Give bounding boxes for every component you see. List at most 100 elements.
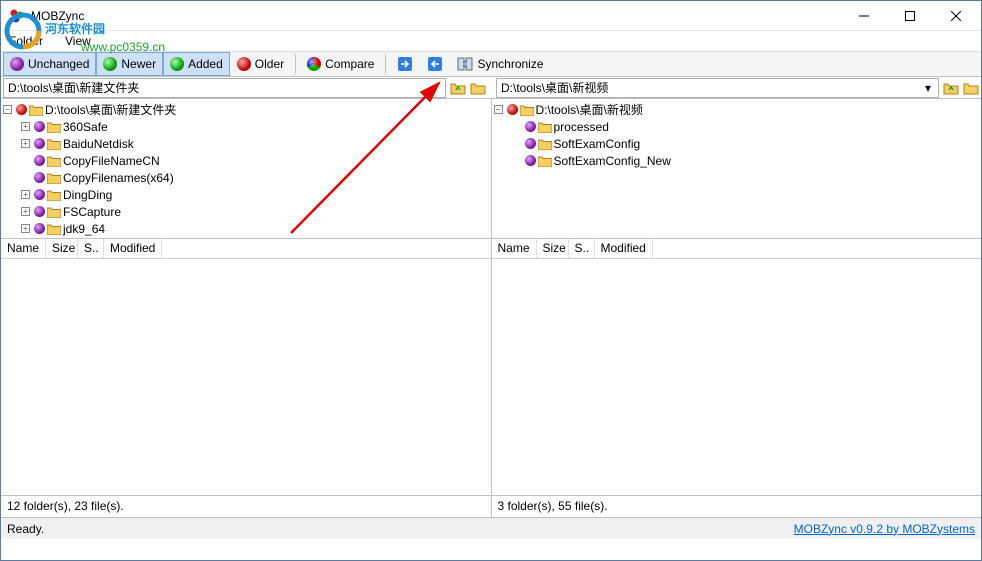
close-button[interactable] bbox=[933, 1, 979, 31]
col-modified[interactable]: Modified bbox=[595, 239, 653, 258]
ball-purple-icon bbox=[34, 189, 45, 200]
left-list-header: Name Size S.. Modified bbox=[1, 239, 491, 259]
arrow-left-icon bbox=[427, 56, 443, 72]
left-list-body[interactable] bbox=[1, 259, 491, 495]
folder-up-icon[interactable] bbox=[943, 81, 959, 95]
tree-item[interactable]: SoftExamConfig_New bbox=[512, 152, 980, 169]
right-path-input[interactable]: D:\tools\桌面\新视频 ▾ bbox=[496, 78, 939, 98]
minimize-button[interactable] bbox=[841, 1, 887, 31]
title-bar: MOBZync bbox=[1, 1, 981, 31]
toolbar: Unchanged Newer Added Older Compare Sync… bbox=[1, 51, 981, 77]
path-bar: D:\tools\桌面\新建文件夹 ▾ D:\tools\桌面\新视频 ▾ bbox=[1, 77, 981, 99]
sync-icon bbox=[457, 56, 473, 72]
folder-icon bbox=[47, 206, 61, 218]
tree-item[interactable]: SoftExamConfig bbox=[512, 135, 980, 152]
ball-purple-icon bbox=[34, 138, 45, 149]
folder-icon bbox=[47, 223, 61, 235]
col-size[interactable]: Size bbox=[46, 239, 78, 258]
left-path-text: D:\tools\桌面\新建文件夹 bbox=[8, 79, 139, 96]
app-icon bbox=[9, 8, 25, 24]
left-status: 12 folder(s), 23 file(s). bbox=[1, 496, 492, 517]
folder-icon bbox=[47, 121, 61, 133]
ball-purple-icon bbox=[525, 155, 536, 166]
folder-icon bbox=[538, 121, 552, 133]
tree-item[interactable]: +jdk9_64 bbox=[21, 220, 489, 237]
copy-left-button[interactable] bbox=[420, 52, 450, 76]
compare-button[interactable]: Compare bbox=[300, 52, 381, 76]
tree-item-label: CopyFilenames(x64) bbox=[63, 171, 174, 185]
tree-item-label: DingDing bbox=[63, 188, 112, 202]
menu-view[interactable]: View bbox=[61, 32, 95, 50]
right-status: 3 folder(s), 55 file(s). bbox=[492, 496, 982, 517]
right-list-body[interactable] bbox=[492, 259, 982, 495]
ball-purple-icon bbox=[525, 121, 536, 132]
panes-container: − D:\tools\桌面\新建文件夹 +360Safe+BaiduNetdis… bbox=[1, 99, 981, 495]
ball-purple-icon bbox=[34, 223, 45, 234]
left-tree[interactable]: − D:\tools\桌面\新建文件夹 +360Safe+BaiduNetdis… bbox=[1, 99, 491, 239]
tree-item[interactable]: +DingDing bbox=[21, 186, 489, 203]
folder-browse-icon[interactable] bbox=[470, 81, 486, 95]
tree-root[interactable]: − D:\tools\桌面\新建文件夹 bbox=[3, 101, 489, 118]
tree-item[interactable]: +BaiduNetdisk bbox=[21, 135, 489, 152]
newer-button[interactable]: Newer bbox=[96, 52, 163, 76]
col-name[interactable]: Name bbox=[492, 239, 537, 258]
menu-bar: Folder View bbox=[1, 31, 981, 51]
window-title: MOBZync bbox=[31, 9, 841, 23]
ball-red-icon bbox=[237, 57, 251, 71]
left-pane: − D:\tools\桌面\新建文件夹 +360Safe+BaiduNetdis… bbox=[1, 99, 492, 495]
added-button[interactable]: Added bbox=[163, 52, 230, 76]
folder-icon bbox=[520, 104, 534, 116]
col-s[interactable]: S.. bbox=[78, 239, 104, 258]
folder-icon bbox=[538, 155, 552, 167]
col-size[interactable]: Size bbox=[537, 239, 569, 258]
tree-item-label: CopyFileNameCN bbox=[63, 154, 160, 168]
toolbar-separator bbox=[385, 54, 386, 74]
pane-status-bar: 12 folder(s), 23 file(s). 3 folder(s), 5… bbox=[1, 495, 981, 517]
older-button[interactable]: Older bbox=[230, 52, 291, 76]
ball-purple-icon bbox=[10, 57, 24, 71]
menu-folder[interactable]: Folder bbox=[5, 32, 47, 50]
tree-item-label: processed bbox=[554, 120, 609, 134]
tree-item[interactable]: processed bbox=[512, 118, 980, 135]
tree-item-label: SoftExamConfig bbox=[554, 137, 641, 151]
ball-purple-icon bbox=[34, 206, 45, 217]
tree-item[interactable]: CopyFilenames(x64) bbox=[21, 169, 489, 186]
folder-icon bbox=[47, 155, 61, 167]
tree-item-label: SogouInput bbox=[63, 239, 124, 240]
tree-root[interactable]: − D:\tools\桌面\新视频 bbox=[494, 101, 980, 118]
dropdown-icon[interactable]: ▾ bbox=[429, 82, 441, 94]
tree-item-label: jdk9_64 bbox=[63, 222, 105, 236]
col-s[interactable]: S.. bbox=[569, 239, 595, 258]
toolbar-separator bbox=[295, 54, 296, 74]
unchanged-button[interactable]: Unchanged bbox=[3, 52, 96, 76]
dropdown-icon[interactable]: ▾ bbox=[922, 82, 934, 94]
maximize-button[interactable] bbox=[887, 1, 933, 31]
tree-item-label: 360Safe bbox=[63, 120, 108, 134]
folder-icon bbox=[47, 189, 61, 201]
tree-item[interactable]: CopyFileNameCN bbox=[21, 152, 489, 169]
synchronize-button[interactable]: Synchronize bbox=[450, 52, 550, 76]
right-path-text: D:\tools\桌面\新视频 bbox=[501, 79, 608, 96]
col-modified[interactable]: Modified bbox=[104, 239, 162, 258]
tree-item[interactable]: +SogouInput bbox=[21, 237, 489, 239]
folder-icon bbox=[29, 104, 43, 116]
tree-item-label: BaiduNetdisk bbox=[63, 137, 134, 151]
ball-purple-icon bbox=[34, 155, 45, 166]
right-tree[interactable]: − D:\tools\桌面\新视频 processed SoftExamConfi… bbox=[492, 99, 982, 239]
version-link[interactable]: MOBZync v0.9.2 by MOBZystems bbox=[794, 522, 975, 536]
tree-item[interactable]: +360Safe bbox=[21, 118, 489, 135]
ball-purple-icon bbox=[34, 172, 45, 183]
tree-item-label: SoftExamConfig_New bbox=[554, 154, 671, 168]
left-path-input[interactable]: D:\tools\桌面\新建文件夹 ▾ bbox=[3, 78, 446, 98]
status-text: Ready. bbox=[7, 522, 44, 536]
ball-purple-icon bbox=[525, 138, 536, 149]
ball-green-icon bbox=[170, 57, 184, 71]
folder-up-icon[interactable] bbox=[450, 81, 466, 95]
folder-icon bbox=[47, 172, 61, 184]
tree-item[interactable]: +FSCapture bbox=[21, 203, 489, 220]
arrow-right-icon bbox=[397, 56, 413, 72]
ball-multi-icon bbox=[307, 57, 321, 71]
copy-right-button[interactable] bbox=[390, 52, 420, 76]
col-name[interactable]: Name bbox=[1, 239, 46, 258]
folder-browse-icon[interactable] bbox=[963, 81, 979, 95]
